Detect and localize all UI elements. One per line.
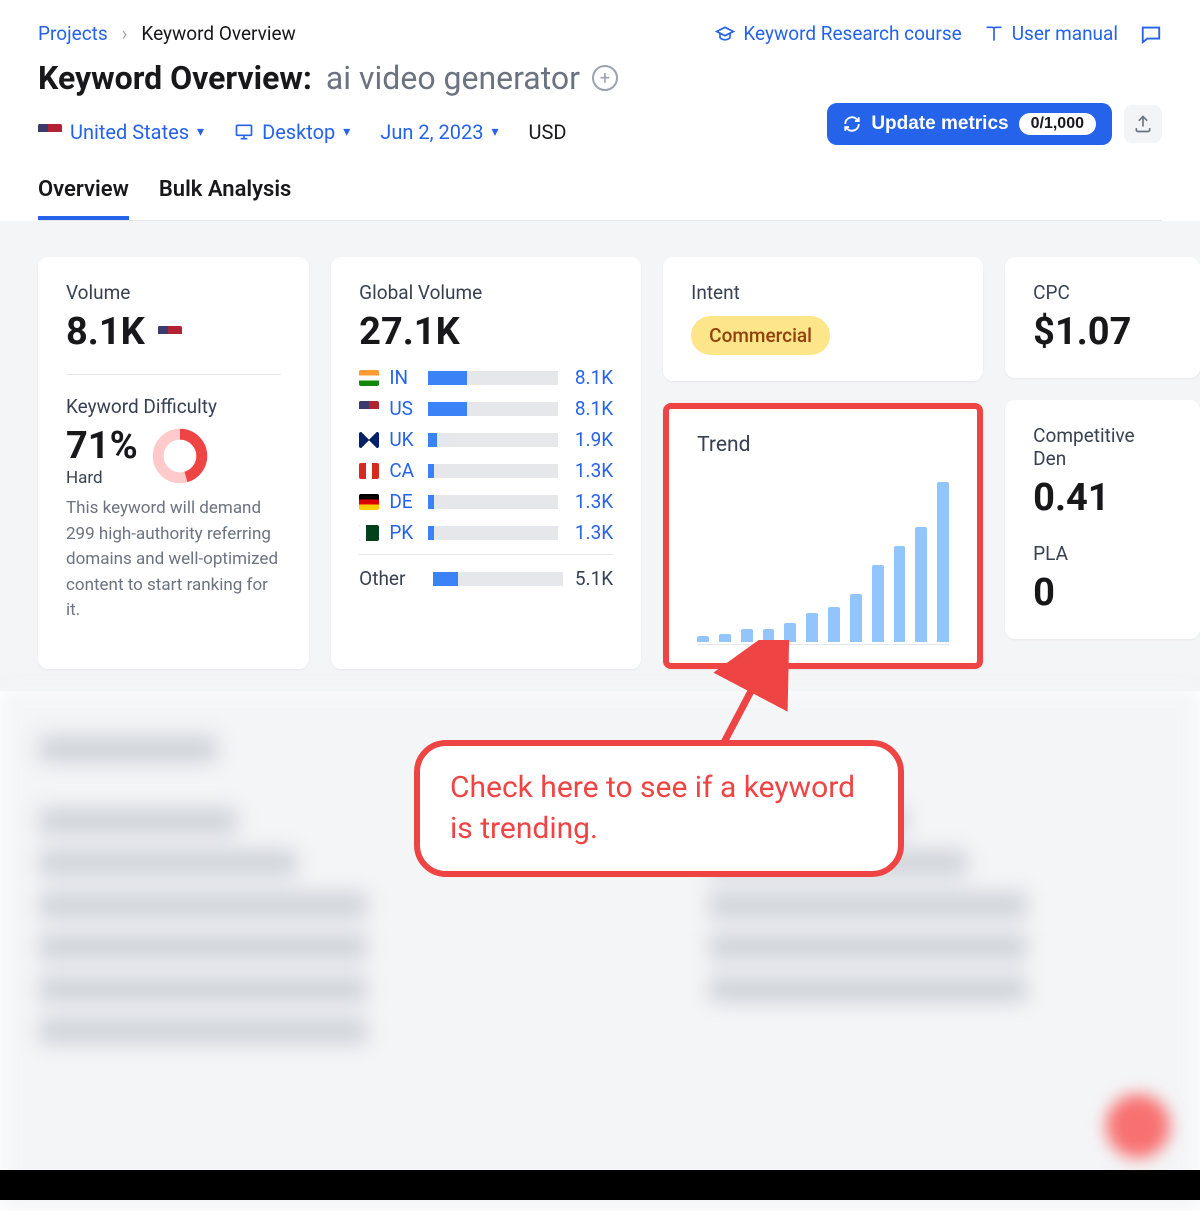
bar-fill xyxy=(428,495,435,509)
course-link-label: Keyword Research course xyxy=(743,22,961,45)
chevron-down-icon: ▾ xyxy=(491,124,498,140)
tab-overview[interactable]: Overview xyxy=(38,177,129,220)
country-volume: 1.9K xyxy=(568,428,613,451)
pla-value: 0 xyxy=(1033,571,1172,615)
chevron-right-icon: › xyxy=(122,22,128,45)
difficulty-donut-icon xyxy=(152,428,208,484)
us-flag-icon xyxy=(38,124,62,140)
cpc-label: CPC xyxy=(1033,281,1172,304)
bar-fill xyxy=(428,371,467,385)
country-row[interactable]: IN 8.1K xyxy=(359,366,613,389)
country-volume: 1.3K xyxy=(568,459,613,482)
country-row[interactable]: PK 1.3K xyxy=(359,521,613,544)
kd-label: Keyword Difficulty xyxy=(66,395,281,418)
bar-fill xyxy=(433,572,458,586)
country-code: DE xyxy=(389,490,418,513)
country-code: UK xyxy=(389,428,418,451)
trend-card[interactable]: Trend xyxy=(663,403,983,669)
country-volume: 5.1K xyxy=(573,567,613,590)
cd-label: Competitive Den xyxy=(1033,424,1172,470)
country-code: Other xyxy=(359,567,405,590)
country-row[interactable]: CA 1.3K xyxy=(359,459,613,482)
volume-label: Volume xyxy=(66,281,281,304)
trend-bar xyxy=(806,613,818,642)
feedback-icon[interactable] xyxy=(1140,23,1162,45)
country-filter[interactable]: United States ▾ xyxy=(38,120,204,144)
country-volume: 1.3K xyxy=(568,490,613,513)
annotation-callout: Check here to see if a keyword is trendi… xyxy=(414,740,904,877)
trend-bar xyxy=(828,607,840,642)
intent-label: Intent xyxy=(691,281,955,304)
country-volume: 8.1K xyxy=(568,366,613,389)
country-row[interactable]: UK 1.9K xyxy=(359,428,613,451)
trend-bar xyxy=(937,482,949,642)
bar-fill xyxy=(428,526,435,540)
breadcrumb-current: Keyword Overview xyxy=(141,22,295,45)
kd-value: 71% xyxy=(66,424,138,468)
device-filter-label: Desktop xyxy=(262,120,335,144)
trend-bar xyxy=(894,546,906,642)
trend-bar xyxy=(850,594,862,642)
pla-label: PLA xyxy=(1033,542,1172,565)
country-volume: 1.3K xyxy=(568,521,613,544)
chevron-down-icon: ▾ xyxy=(343,124,350,140)
manual-link-label: User manual xyxy=(1012,22,1118,45)
add-keyword-button[interactable]: + xyxy=(592,65,618,91)
uk-flag-icon xyxy=(359,432,379,448)
kd-level: Hard xyxy=(66,468,138,488)
country-volume: 8.1K xyxy=(568,397,613,420)
breadcrumb-root[interactable]: Projects xyxy=(38,22,108,45)
book-icon xyxy=(984,24,1004,44)
device-filter[interactable]: Desktop ▾ xyxy=(234,120,350,144)
breadcrumb: Projects › Keyword Overview xyxy=(38,22,618,45)
cd-value: 0.41 xyxy=(1033,476,1172,520)
bar-fill xyxy=(428,433,437,447)
refresh-icon xyxy=(843,115,861,133)
de-flag-icon xyxy=(359,494,379,510)
graduation-cap-icon xyxy=(715,24,735,44)
trend-chart xyxy=(697,475,949,645)
date-filter[interactable]: Jun 2, 2023 ▾ xyxy=(380,120,498,144)
tab-bulk-analysis[interactable]: Bulk Analysis xyxy=(159,177,292,220)
country-row[interactable]: DE 1.3K xyxy=(359,490,613,513)
country-code: PK xyxy=(389,521,418,544)
notification-dot-icon xyxy=(1106,1094,1170,1158)
country-code: CA xyxy=(389,459,418,482)
us-flag-icon xyxy=(359,401,379,417)
course-link[interactable]: Keyword Research course xyxy=(715,22,961,45)
export-button[interactable] xyxy=(1124,105,1162,143)
date-filter-label: Jun 2, 2023 xyxy=(380,120,483,144)
trend-bar xyxy=(915,527,927,642)
country-code: IN xyxy=(389,366,418,389)
bar-fill xyxy=(428,402,467,416)
bar-fill xyxy=(428,464,435,478)
volume-value: 8.1K xyxy=(66,310,281,354)
update-button-count: 0/1,000 xyxy=(1019,113,1096,135)
trend-bar xyxy=(872,565,884,642)
cpc-value: $1.07 xyxy=(1033,310,1172,354)
country-filter-label: United States xyxy=(70,120,189,144)
tabs: Overview Bulk Analysis xyxy=(38,177,1162,221)
us-flag-icon xyxy=(158,326,182,342)
kd-description: This keyword will demand 299 high-author… xyxy=(66,496,281,624)
global-volume-label: Global Volume xyxy=(359,281,613,304)
chevron-down-icon: ▾ xyxy=(197,124,204,140)
desktop-icon xyxy=(234,122,254,142)
ca-flag-icon xyxy=(359,463,379,479)
intent-value: Commercial xyxy=(691,316,830,355)
page-title: Keyword Overview: xyxy=(38,59,312,97)
currency-label: USD xyxy=(529,120,567,144)
country-row-other[interactable]: Other 5.1K xyxy=(359,554,613,590)
update-metrics-button[interactable]: Update metrics 0/1,000 xyxy=(827,103,1112,145)
update-button-label: Update metrics xyxy=(871,113,1008,135)
bottom-bar xyxy=(0,1170,1200,1200)
trend-label: Trend xyxy=(697,433,949,457)
manual-link[interactable]: User manual xyxy=(984,22,1118,45)
pk-flag-icon xyxy=(359,525,379,541)
country-row[interactable]: US 8.1K xyxy=(359,397,613,420)
global-volume-value: 27.1K xyxy=(359,310,613,354)
in-flag-icon xyxy=(359,370,379,386)
country-code: US xyxy=(389,397,418,420)
keyword-value: ai video generator xyxy=(326,59,580,97)
